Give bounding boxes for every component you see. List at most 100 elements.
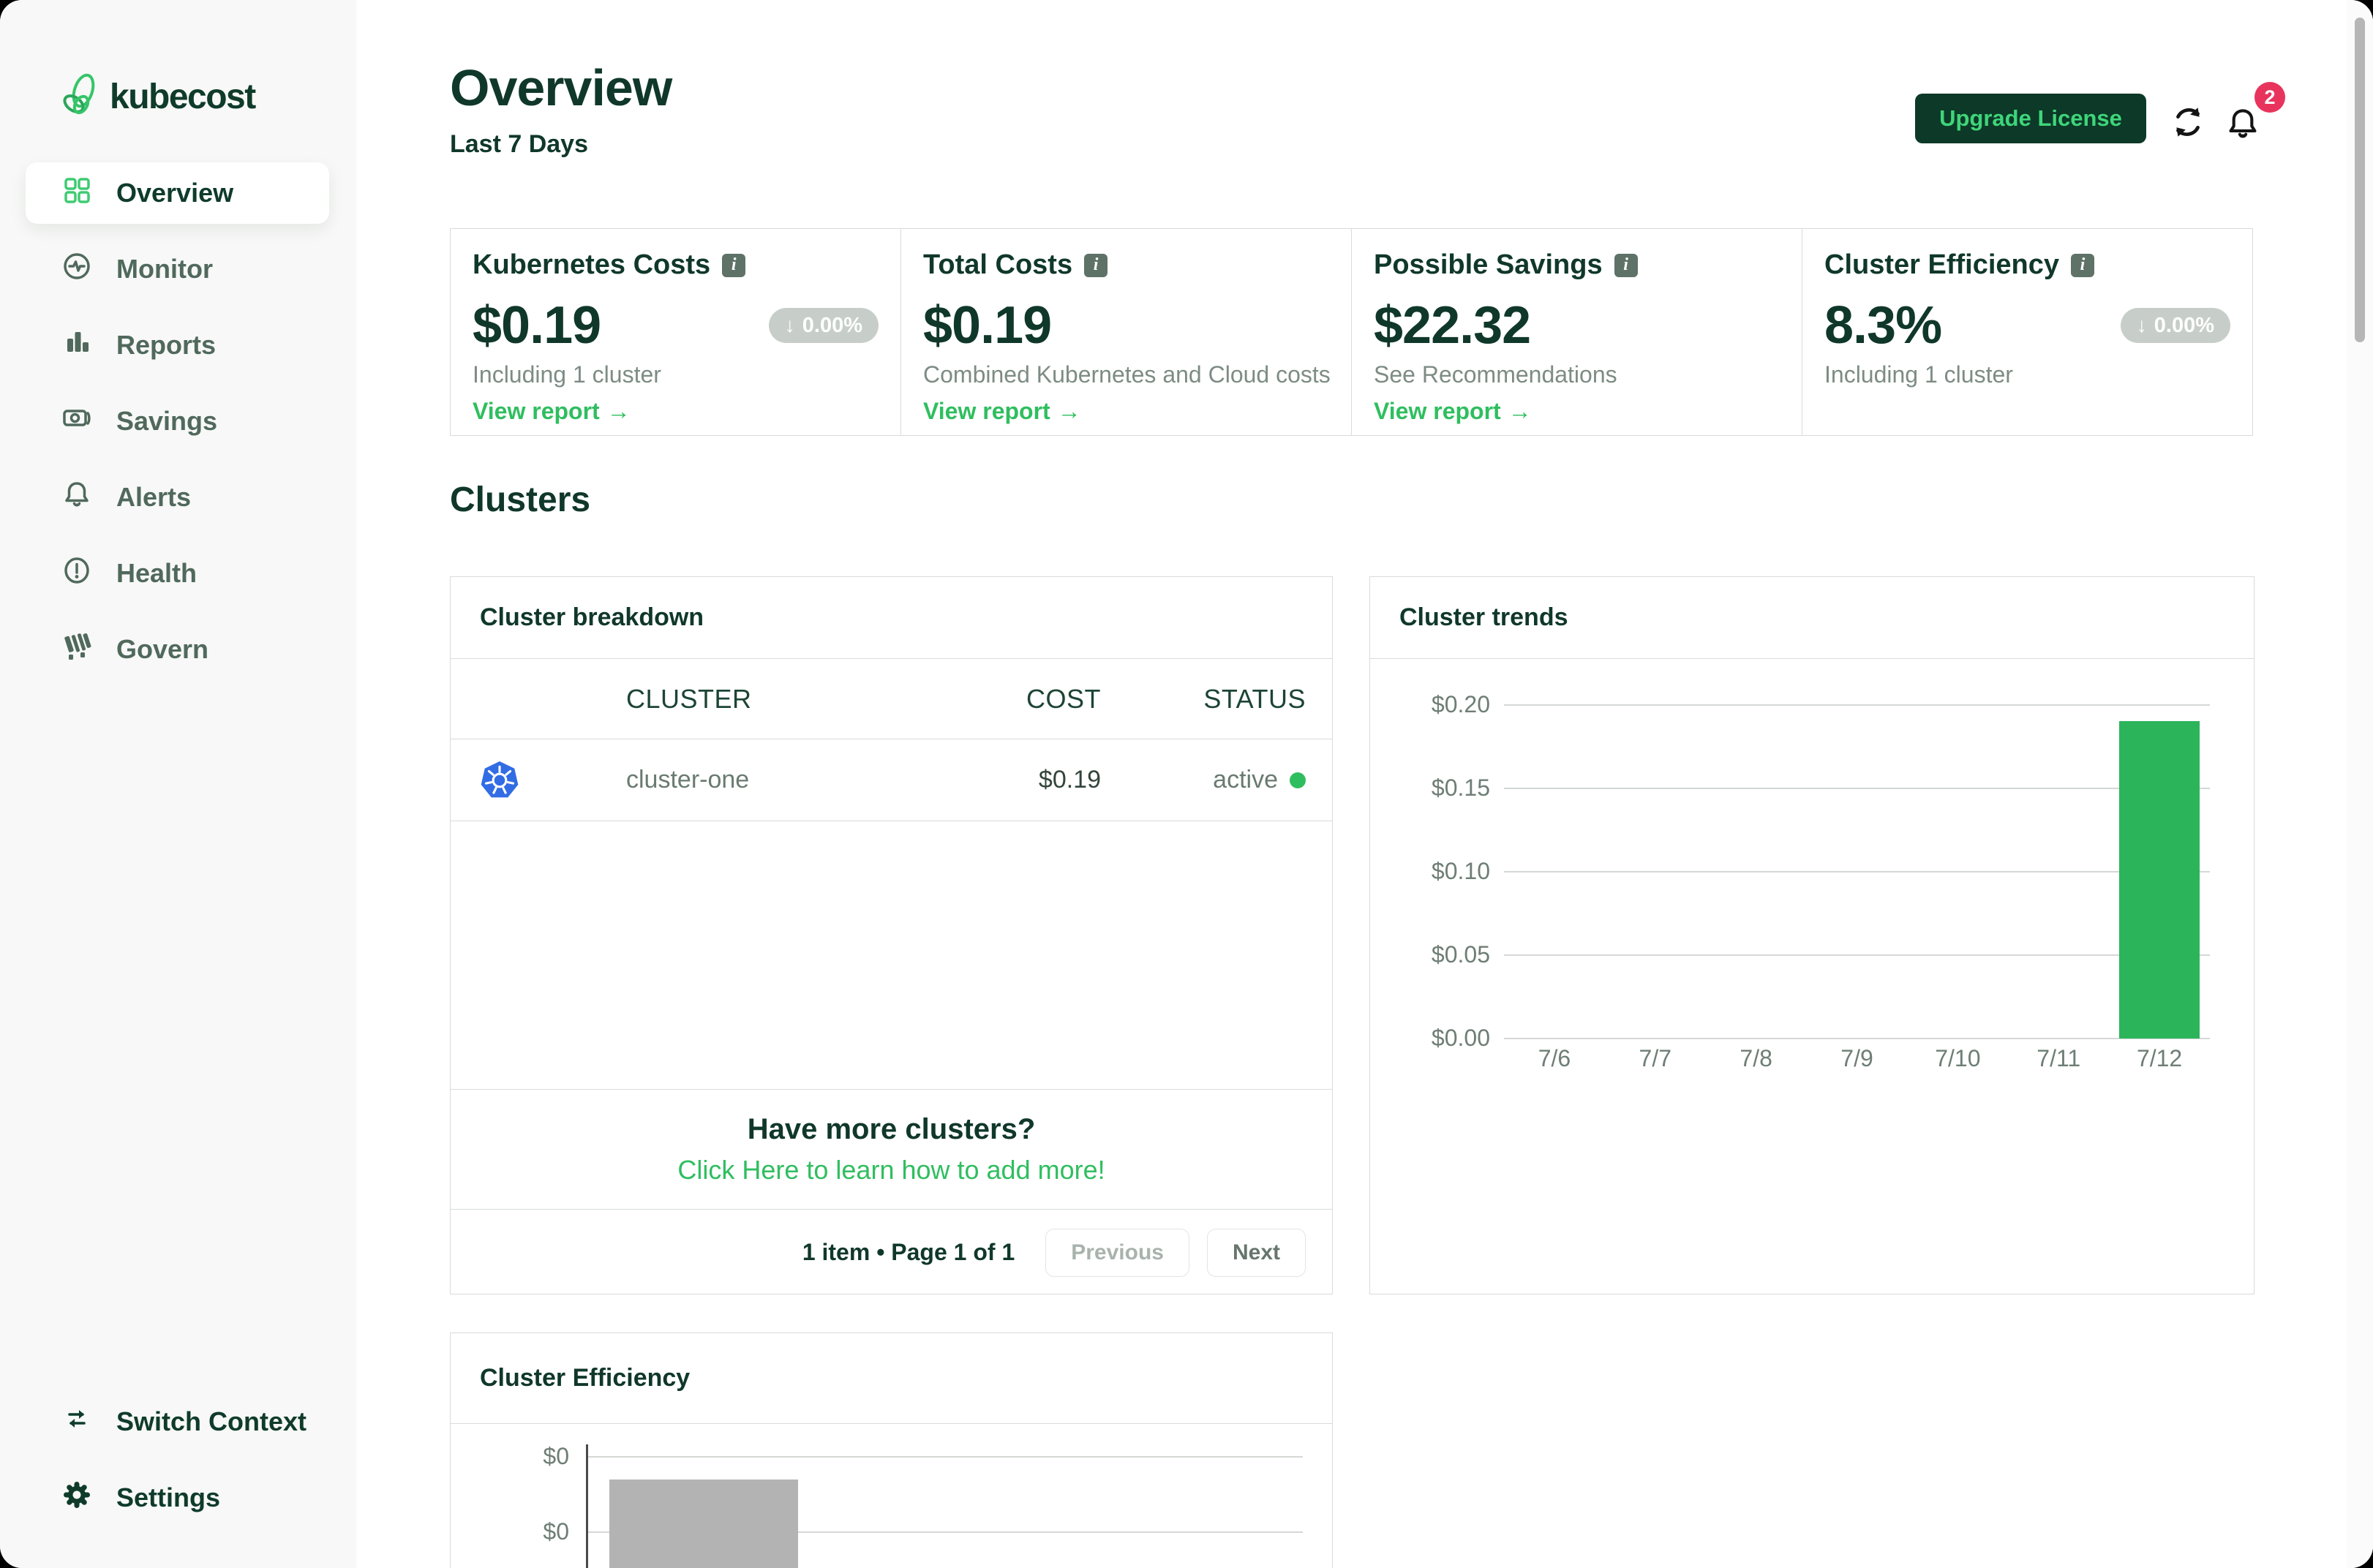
y-tick-label: $0.15 <box>1431 774 1490 801</box>
sidebar-footer: Switch Context Settings <box>26 1384 329 1536</box>
stat-value: $0.19 <box>923 296 1052 355</box>
efficiency-bar <box>609 1480 798 1568</box>
trend-bars <box>1504 704 2210 1039</box>
info-icon[interactable]: i <box>1614 253 1638 277</box>
sidebar-item-label: Overview <box>116 178 234 208</box>
info-icon[interactable]: i <box>2071 253 2094 277</box>
sidebar-item-reports[interactable]: Reports <box>26 307 329 383</box>
bell-icon <box>2224 109 2262 146</box>
x-axis-labels: 7/6 7/7 7/8 7/9 7/10 7/11 7/12 <box>1504 1045 2210 1072</box>
stat-title: Cluster Efficiency <box>1824 249 2059 280</box>
cluster-efficiency-title: Cluster Efficiency <box>451 1333 1332 1424</box>
sidebar-item-label: Savings <box>116 406 218 436</box>
view-report-link[interactable]: View report → <box>923 398 1081 425</box>
down-arrow-icon: ↓ <box>784 314 795 336</box>
stat-value: 8.3% <box>1824 296 1942 355</box>
info-icon[interactable]: i <box>1084 253 1108 277</box>
alert-circle-icon <box>61 554 93 593</box>
delta-badge: ↓ 0.00% <box>2120 308 2230 343</box>
clusters-heading: Clusters <box>450 480 591 519</box>
refresh-button[interactable] <box>2170 104 2206 140</box>
gavel-icon <box>61 630 93 669</box>
sidebar-item-label: Health <box>116 558 198 588</box>
right-arrow-icon: → <box>1508 398 1532 424</box>
stat-subtext: See Recommendations <box>1374 361 1617 388</box>
sidebar-item-govern[interactable]: Govern <box>26 611 329 687</box>
stat-card-possible-savings: Possible Savings i $22.32 See Recommenda… <box>1351 228 1802 436</box>
cluster-breakdown-title: Cluster breakdown <box>451 577 1332 659</box>
app-window: kubecost Overview Monitor Reports Saving… <box>0 0 2373 1568</box>
sidebar-nav: Overview Monitor Reports Savings Alerts … <box>26 162 329 687</box>
sidebar-item-label: Govern <box>116 634 209 664</box>
y-tick-label: $0.05 <box>1431 941 1490 968</box>
grid-icon <box>61 174 93 213</box>
x-tick-label: 7/7 <box>1639 1045 1672 1071</box>
sidebar-item-label: Monitor <box>116 254 213 284</box>
notifications-button[interactable] <box>2224 104 2262 143</box>
x-tick-label: 7/6 <box>1538 1045 1571 1071</box>
down-arrow-icon: ↓ <box>2136 314 2147 336</box>
sidebar-item-monitor[interactable]: Monitor <box>26 231 329 307</box>
y-tick-label: $0 <box>543 1443 569 1469</box>
settings-button[interactable]: Settings <box>26 1460 329 1536</box>
gridline <box>586 1456 1303 1458</box>
column-header-cluster: CLUSTER <box>626 683 752 714</box>
y-tick-label: $0.20 <box>1431 691 1490 717</box>
money-icon <box>61 402 93 441</box>
sidebar-item-label: Alerts <box>116 482 192 512</box>
previous-page-button[interactable]: Previous <box>1045 1228 1189 1277</box>
notification-badge: 2 <box>2254 82 2285 113</box>
logo[interactable]: kubecost <box>59 72 256 122</box>
bar-chart-icon <box>61 326 93 365</box>
sidebar-item-alerts[interactable]: Alerts <box>26 459 329 535</box>
period-label: Last 7 Days <box>450 130 588 158</box>
pulse-circle-icon <box>61 250 93 289</box>
stat-title: Total Costs <box>923 249 1073 280</box>
settings-label: Settings <box>116 1482 221 1512</box>
sidebar-item-label: Reports <box>116 330 217 360</box>
gear-icon <box>61 1479 93 1518</box>
page-title: Overview <box>450 59 672 116</box>
right-arrow-icon: → <box>606 398 631 424</box>
cluster-trends-card: Cluster trends $0.20 $0.15 $0.10 $0.05 $… <box>1369 576 2254 1294</box>
y-tick-label: $0.00 <box>1431 1025 1490 1051</box>
sidebar-item-overview[interactable]: Overview <box>26 162 329 224</box>
stat-subtext: Including 1 cluster <box>1824 361 2013 388</box>
prompt-title: Have more clusters? <box>747 1113 1036 1145</box>
stat-subtext: Combined Kubernetes and Cloud costs <box>923 361 1331 388</box>
stat-title: Possible Savings <box>1374 249 1603 280</box>
next-page-button[interactable]: Next <box>1206 1228 1306 1277</box>
table-empty-space <box>451 821 1332 1089</box>
table-row[interactable]: cluster-one $0.19 active <box>451 739 1332 821</box>
info-icon[interactable]: i <box>722 253 746 277</box>
x-tick-label: 7/10 <box>1935 1045 1981 1071</box>
view-report-link[interactable]: View report → <box>473 398 631 425</box>
cluster-breakdown-card: Cluster breakdown CLUSTER COST STATUS cl… <box>450 576 1333 1294</box>
main-content: Overview Last 7 Days Upgrade License 2 K… <box>356 0 2373 1568</box>
status-dot-icon <box>1290 772 1306 788</box>
x-tick-label: 7/9 <box>1840 1045 1873 1071</box>
efficiency-chart: $0 $0 <box>451 1424 1332 1568</box>
trends-chart: $0.20 $0.15 $0.10 $0.05 $0.00 7/6 7/7 7/… <box>1370 659 2254 1294</box>
column-header-status: STATUS <box>1203 683 1306 714</box>
sidebar-item-savings[interactable]: Savings <box>26 383 329 459</box>
switch-context-button[interactable]: Switch Context <box>26 1384 329 1460</box>
table-header-row: CLUSTER COST STATUS <box>451 659 1332 739</box>
upgrade-license-button[interactable]: Upgrade License <box>1915 94 2146 143</box>
view-report-link[interactable]: View report → <box>1374 398 1532 425</box>
refresh-icon <box>2170 108 2206 143</box>
scrollbar-thumb[interactable] <box>2355 18 2365 342</box>
cluster-efficiency-card: Cluster Efficiency $0 $0 <box>450 1333 1333 1568</box>
add-clusters-link[interactable]: Click Here to learn how to add more! <box>677 1155 1105 1186</box>
trend-bar <box>2119 720 2200 1039</box>
sidebar-item-health[interactable]: Health <box>26 535 329 611</box>
delta-badge: ↓ 0.00% <box>768 308 879 343</box>
bell-icon <box>61 478 93 517</box>
y-tick-label: $0.10 <box>1431 858 1490 884</box>
stat-card-total-costs: Total Costs i $0.19 Combined Kubernetes … <box>900 228 1352 436</box>
stat-subtext: Including 1 cluster <box>473 361 661 388</box>
x-tick-label: 7/8 <box>1740 1045 1772 1071</box>
x-tick-label: 7/11 <box>2037 1045 2081 1071</box>
kubernetes-logo <box>480 761 626 800</box>
logo-wordmark: kubecost <box>110 78 256 116</box>
